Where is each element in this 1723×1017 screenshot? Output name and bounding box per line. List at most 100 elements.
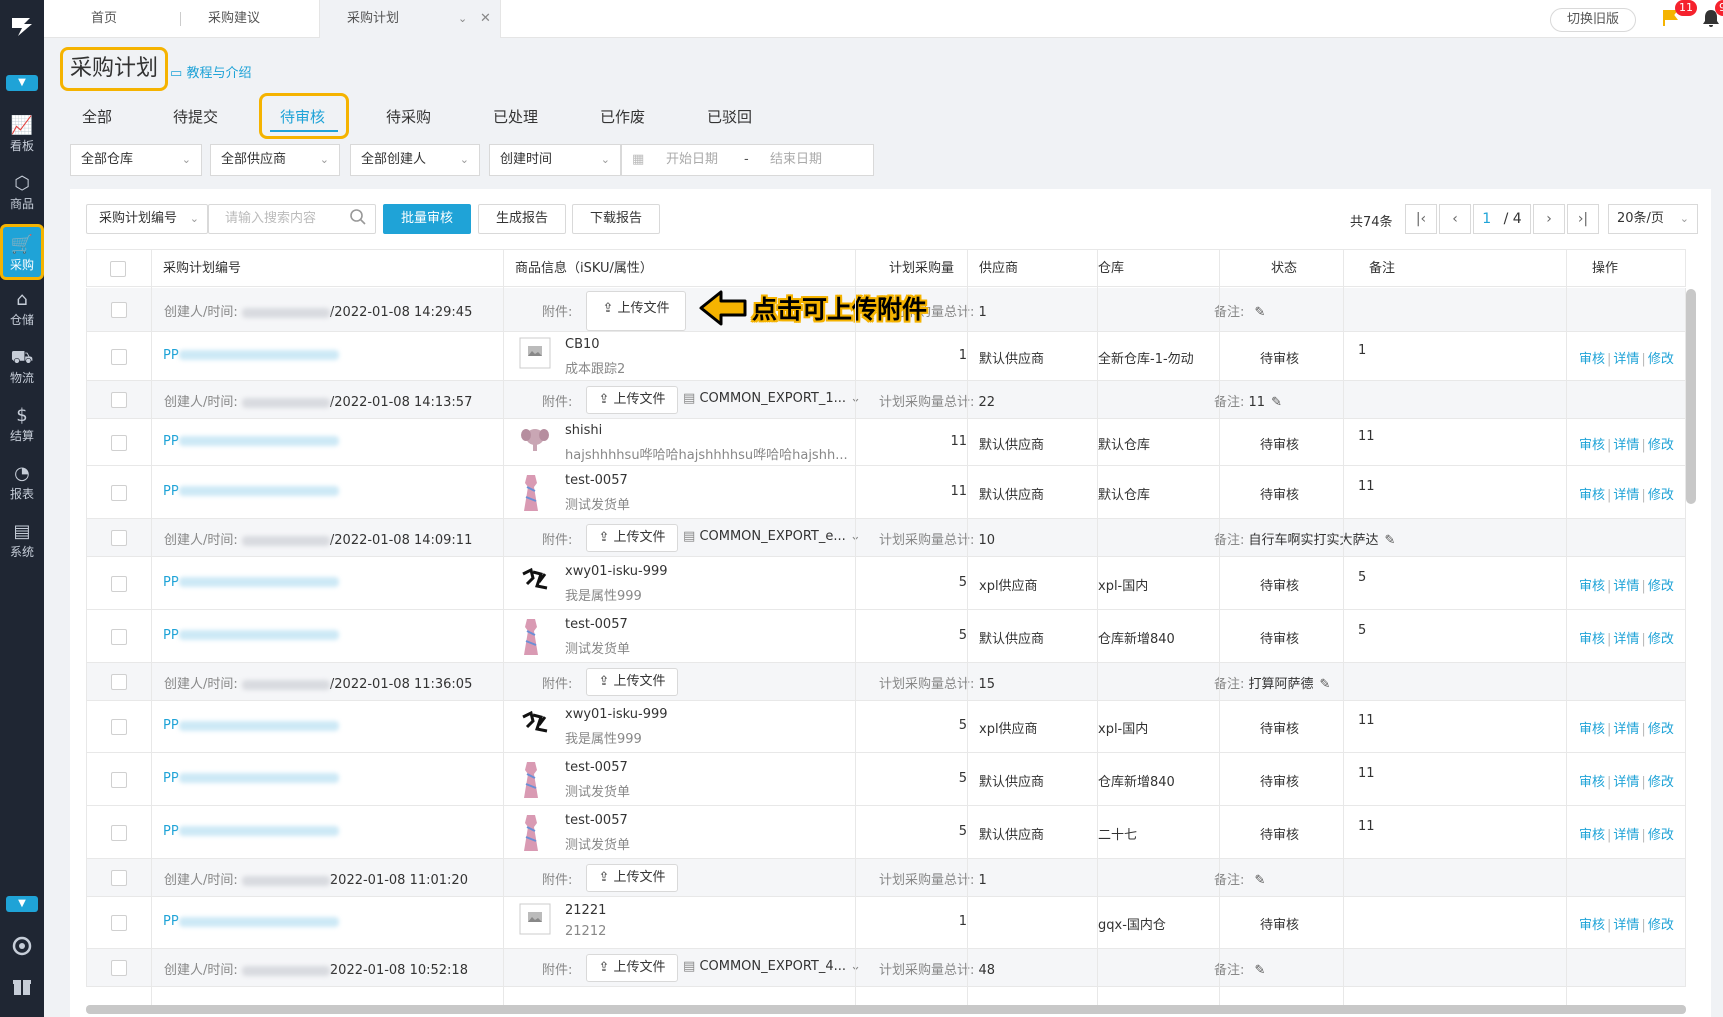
edit-icon[interactable]: ✎ — [1255, 963, 1266, 978]
row-checkbox[interactable] — [111, 434, 127, 451]
download-report-button[interactable]: 下载报告 — [572, 204, 660, 234]
upload-file-button[interactable]: ⇪ 上传文件 — [586, 524, 678, 552]
upload-file-button[interactable]: ⇪ 上传文件 — [586, 386, 678, 414]
row-checkbox[interactable] — [111, 719, 127, 735]
tutorial-link[interactable]: ▭ 教程与介绍 — [170, 62, 251, 81]
plan-no-link[interactable]: PP — [163, 348, 339, 363]
first-page-button[interactable]: |‹ — [1405, 204, 1437, 234]
vertical-scrollbar[interactable] — [1686, 289, 1696, 504]
batch-review-button[interactable]: 批量审核 — [383, 204, 471, 234]
detail-link[interactable]: 详情 — [1613, 488, 1639, 503]
review-link[interactable]: 审核 — [1579, 632, 1605, 647]
plan-no-link[interactable]: PP — [163, 575, 339, 590]
attachment-file[interactable]: ▤ COMMON_EXPORT_1... ⌄ — [683, 391, 861, 406]
support-icon[interactable] — [10, 935, 34, 959]
creator-select[interactable]: 全部创建人 ⌄ — [350, 144, 480, 176]
plan-no-link[interactable]: PP — [163, 628, 339, 643]
group-checkbox[interactable] — [111, 302, 127, 318]
sidebar-item-6[interactable]: ◔ 报表 — [0, 456, 44, 512]
edit-link[interactable]: 修改 — [1648, 438, 1674, 453]
sidebar-item-7[interactable]: ▤ 系统 — [0, 514, 44, 570]
gift-icon[interactable] — [10, 975, 34, 999]
row-checkbox[interactable] — [111, 915, 127, 931]
sidebar-item-0[interactable]: 📈 看板 — [0, 108, 44, 164]
edit-link[interactable]: 修改 — [1648, 579, 1674, 594]
chevron-down-icon[interactable]: ▼ — [6, 896, 38, 912]
search-input[interactable]: 请输入搜索内容 — [208, 204, 376, 234]
upload-file-button[interactable]: ⇪ 上传文件 — [586, 291, 686, 331]
supplier-select[interactable]: 全部供应商 ⌄ — [210, 144, 340, 176]
status-tab-6[interactable]: 已驳回 — [707, 105, 752, 129]
chevron-down-icon[interactable]: ▼ — [6, 75, 38, 91]
close-icon[interactable]: ✕ — [480, 0, 491, 38]
sidebar-item-2[interactable]: 🛒 采购 — [0, 224, 44, 280]
detail-link[interactable]: 详情 — [1613, 352, 1639, 367]
review-link[interactable]: 审核 — [1579, 579, 1605, 594]
edit-icon[interactable]: ✎ — [1320, 677, 1331, 692]
edit-link[interactable]: 修改 — [1648, 632, 1674, 647]
plan-no-link[interactable]: PP — [163, 718, 339, 733]
next-page-button[interactable]: › — [1533, 204, 1565, 234]
plan-no-link[interactable]: PP — [163, 434, 339, 449]
edit-icon[interactable]: ✎ — [1255, 305, 1266, 320]
review-link[interactable]: 审核 — [1579, 828, 1605, 843]
upload-file-button[interactable]: ⇪ 上传文件 — [586, 668, 678, 696]
review-link[interactable]: 审核 — [1579, 488, 1605, 503]
status-tab-1[interactable]: 待提交 — [173, 105, 218, 129]
detail-link[interactable]: 详情 — [1613, 438, 1639, 453]
attachment-file[interactable]: ▤ COMMON_EXPORT_4... ⌄ — [683, 959, 861, 974]
row-checkbox[interactable] — [111, 575, 127, 592]
detail-link[interactable]: 详情 — [1613, 775, 1639, 790]
time-type-select[interactable]: 创建时间 ⌄ — [489, 144, 621, 176]
detail-link[interactable]: 详情 — [1613, 828, 1639, 843]
plan-no-link[interactable]: PP — [163, 771, 339, 786]
sidebar-item-4[interactable]: ⛟ 物流 — [0, 340, 44, 396]
attachment-file[interactable]: ▤ COMMON_EXPORT_e... ⌄ — [683, 529, 861, 544]
edit-link[interactable]: 修改 — [1648, 828, 1674, 843]
search-field-select[interactable]: 采购计划编号 ⌄ — [86, 204, 208, 234]
review-link[interactable]: 审核 — [1579, 775, 1605, 790]
edit-link[interactable]: 修改 — [1648, 918, 1674, 933]
upload-file-button[interactable]: ⇪ 上传文件 — [586, 954, 678, 982]
tab-home[interactable]: 首页 — [91, 0, 117, 38]
upload-file-button[interactable]: ⇪ 上传文件 — [586, 864, 678, 892]
review-link[interactable]: 审核 — [1579, 352, 1605, 367]
plan-no-link[interactable]: PP — [163, 484, 339, 499]
edit-icon[interactable]: ✎ — [1385, 533, 1396, 548]
edit-link[interactable]: 修改 — [1648, 488, 1674, 503]
group-checkbox[interactable] — [111, 530, 127, 546]
last-page-button[interactable]: ›| — [1567, 204, 1599, 234]
sidebar-item-3[interactable]: ⌂ 仓储 — [0, 282, 44, 338]
switch-old-version-button[interactable]: 切换旧版 — [1550, 8, 1636, 32]
group-checkbox[interactable] — [111, 674, 127, 690]
row-checkbox[interactable] — [111, 771, 127, 788]
status-tab-5[interactable]: 已作废 — [600, 105, 645, 129]
review-link[interactable]: 审核 — [1579, 438, 1605, 453]
detail-link[interactable]: 详情 — [1613, 918, 1639, 933]
prev-page-button[interactable]: ‹ — [1439, 204, 1471, 234]
group-checkbox[interactable] — [111, 392, 127, 408]
group-checkbox[interactable] — [111, 960, 127, 976]
status-tab-3[interactable]: 待采购 — [386, 105, 431, 129]
detail-link[interactable]: 详情 — [1613, 579, 1639, 594]
plan-no-link[interactable]: PP — [163, 914, 339, 929]
tab-purchase-plan[interactable]: 采购计划 ⌄ ✕ — [319, 0, 501, 38]
review-link[interactable]: 审核 — [1579, 918, 1605, 933]
search-icon[interactable] — [349, 208, 367, 237]
sidebar-item-1[interactable]: ⬡ 商品 — [0, 166, 44, 222]
edit-icon[interactable]: ✎ — [1255, 873, 1266, 888]
end-date-input[interactable]: 结束日期 — [770, 145, 822, 175]
plan-no-link[interactable]: PP — [163, 824, 339, 839]
row-checkbox[interactable] — [111, 348, 127, 365]
start-date-input[interactable]: 开始日期 — [666, 145, 718, 175]
page-indicator[interactable]: 1 / 4 — [1473, 204, 1531, 234]
review-link[interactable]: 审核 — [1579, 722, 1605, 737]
row-checkbox[interactable] — [111, 628, 127, 645]
edit-link[interactable]: 修改 — [1648, 775, 1674, 790]
warehouse-select[interactable]: 全部仓库 ⌄ — [70, 144, 202, 176]
edit-link[interactable]: 修改 — [1648, 352, 1674, 367]
status-tab-4[interactable]: 已处理 — [493, 105, 538, 129]
sidebar-item-5[interactable]: $ 结算 — [0, 398, 44, 454]
tab-purchase-suggestion[interactable]: 采购建议 — [208, 0, 260, 38]
horizontal-scrollbar[interactable] — [86, 1005, 1686, 1014]
